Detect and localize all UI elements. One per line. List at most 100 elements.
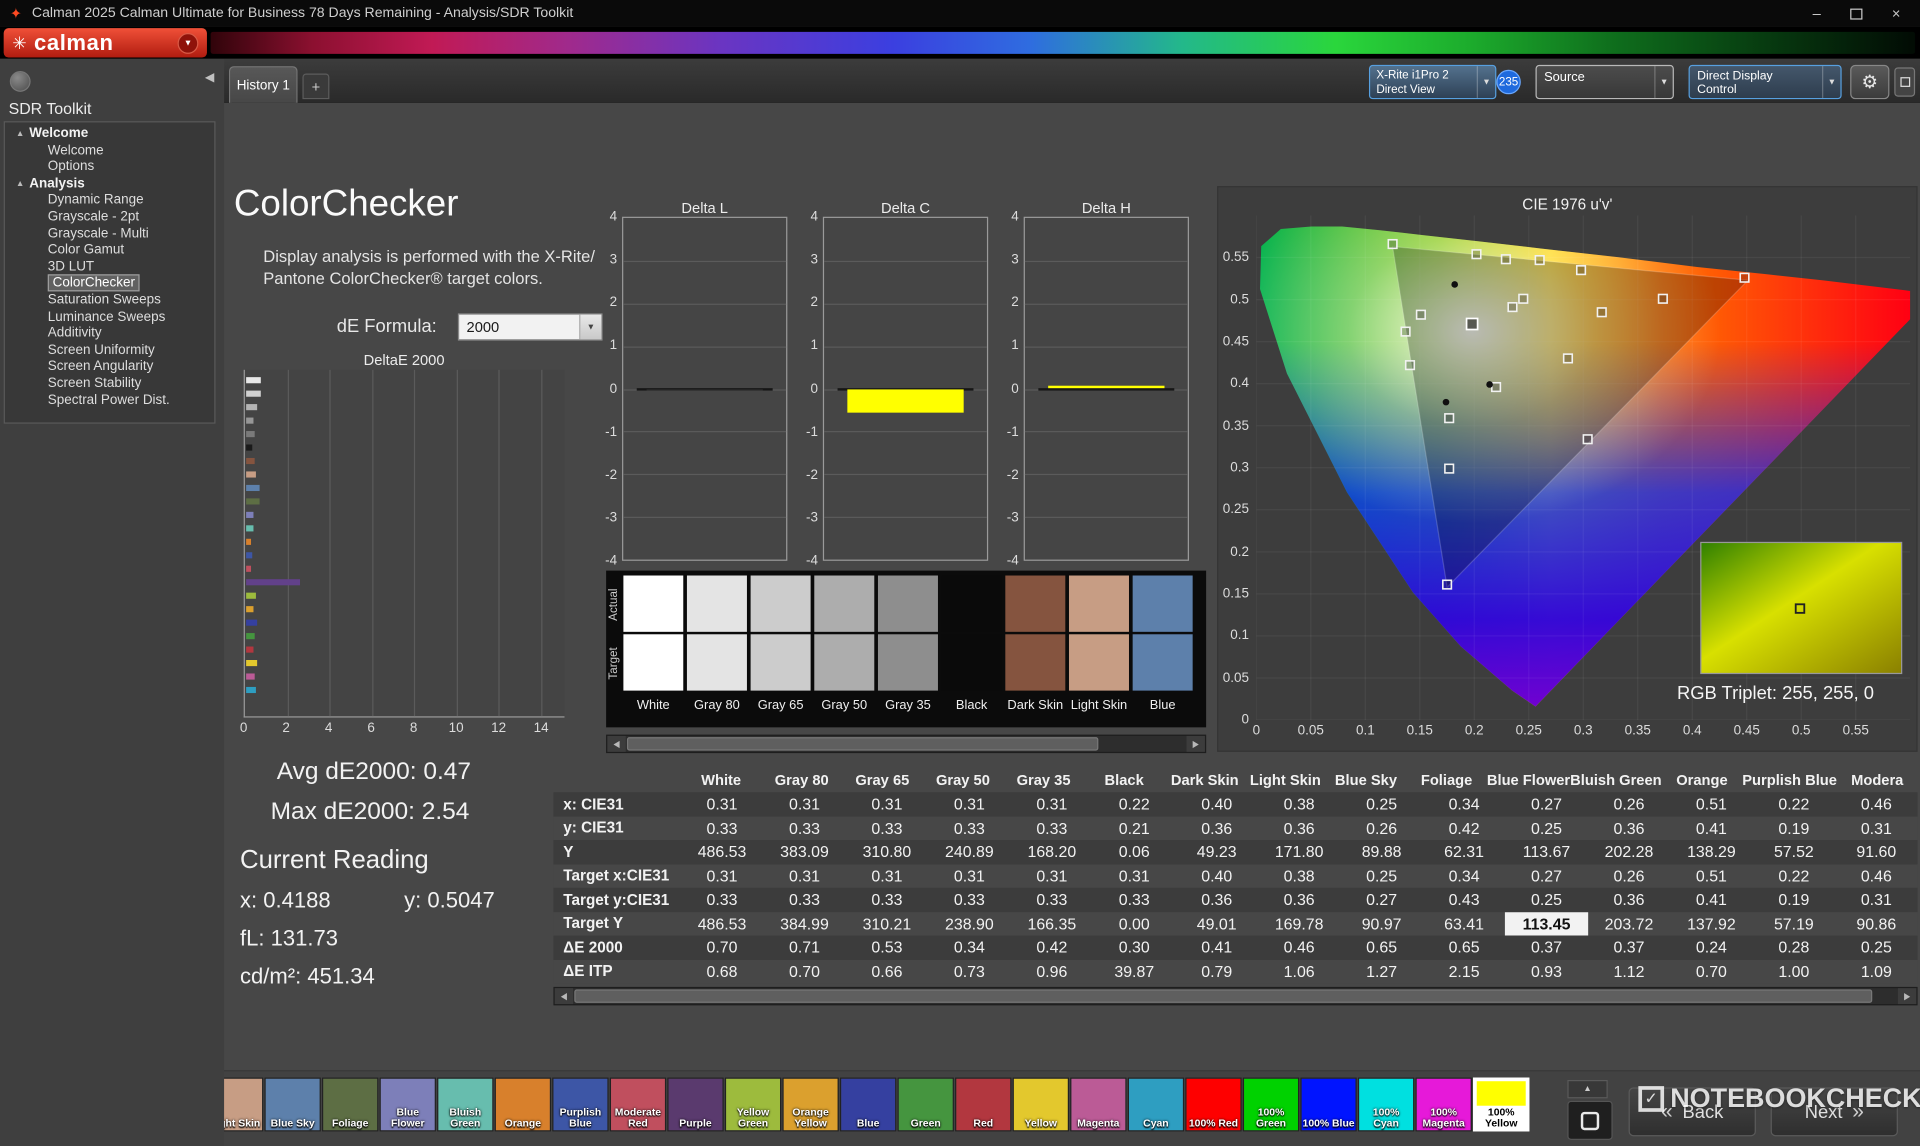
deltae-bar-gray-35 [246, 431, 255, 438]
patch-button-foliage[interactable]: Foliage [322, 1077, 379, 1132]
deltae-bar-gray-50 [246, 417, 254, 424]
patch-button-blue[interactable]: Blue [840, 1077, 897, 1132]
tab-history-1[interactable]: History 1 [228, 66, 298, 103]
scroll-right-button[interactable] [1186, 735, 1205, 752]
scroll-left-button[interactable] [554, 988, 574, 1005]
source-selector[interactable]: Source ▼ [1535, 64, 1674, 100]
scroll-right-button[interactable] [1897, 988, 1917, 1005]
table-column-bluish-green: Bluish Green [1570, 770, 1662, 788]
patch-button-orange[interactable]: Orange [494, 1077, 552, 1132]
patch-button-bluish-green[interactable]: Bluish Green [437, 1077, 494, 1132]
deltae-bar-dark-skin [246, 457, 255, 465]
sidebar-item-spectral-power-dist[interactable]: Spectral Power Dist. [5, 392, 214, 409]
sidebar-collapse-icon[interactable]: ◀ [205, 71, 214, 84]
sidebar-item-luminance-sweeps[interactable]: Luminance Sweeps [5, 309, 214, 326]
patch-button-blue-sky[interactable]: Blue Sky [264, 1077, 321, 1132]
deltae-bar-blue-sky [246, 484, 260, 492]
sidebar-item-dynamic-range[interactable]: Dynamic Range [5, 193, 214, 210]
sidebar-item-screen-uniformity[interactable]: Screen Uniformity [5, 343, 214, 360]
patch-toolbar: Light SkinBlue SkyFoliageBlue FlowerBlui… [224, 1077, 1553, 1137]
table-column-blue-sky: Blue Sky [1334, 770, 1398, 788]
logo-menu-button[interactable]: ▼ [177, 32, 199, 54]
deltae-bar-blue-flower [246, 511, 254, 518]
patch-button-100-blue[interactable]: 100% Blue [1300, 1077, 1357, 1132]
sidebar-item-saturation-sweeps[interactable]: Saturation Sweeps [5, 293, 214, 310]
sidebar-item-grayscale-2pt[interactable]: Grayscale - 2pt [5, 209, 214, 226]
deltae-bar-orange [246, 538, 252, 545]
sidebar-item-color-gamut[interactable]: Color Gamut [5, 243, 214, 260]
patch-button-100-green[interactable]: 100% Green [1242, 1077, 1300, 1132]
cie-chart-title: CIE 1976 u'v' [1522, 195, 1613, 214]
sidebar-item-screen-stability[interactable]: Screen Stability [5, 376, 214, 393]
patch-button-yellow[interactable]: Yellow [1012, 1077, 1069, 1132]
sidebar-item-screen-angularity[interactable]: Screen Angularity [5, 359, 214, 376]
swatch-gray-80: Gray 80 [686, 571, 747, 728]
patch-button-purple[interactable]: Purple [667, 1077, 724, 1132]
minimize-button[interactable]: – [1813, 6, 1821, 21]
patch-button-100-magenta[interactable]: 100% Magenta [1415, 1077, 1472, 1132]
close-button[interactable]: × [1892, 6, 1901, 21]
display-control-selector[interactable]: Direct Display Control ▼ [1688, 64, 1842, 100]
patch-button-100-red[interactable]: 100% Red [1185, 1077, 1242, 1132]
tree-expander-icon: ▲ [15, 129, 25, 139]
workflow-options-button[interactable] [9, 71, 31, 92]
sidebar-item-welcome[interactable]: Welcome [5, 143, 214, 160]
page-title: ColorChecker [233, 183, 459, 225]
reading-cdm2: cd/m²: 451.34 [240, 963, 375, 989]
chevron-down-icon: ▼ [1476, 66, 1495, 98]
scrollbar-thumb[interactable] [626, 737, 1099, 751]
sidebar-item-options[interactable]: Options [5, 159, 214, 176]
scroll-left-button[interactable] [607, 735, 626, 752]
patch-button-orange-yellow[interactable]: Orange Yellow [782, 1077, 839, 1132]
table-column-gray-80: Gray 80 [774, 770, 829, 788]
patch-button-yellow-green[interactable]: Yellow Green [724, 1077, 782, 1132]
patch-button-cyan[interactable]: Cyan [1127, 1077, 1185, 1132]
deltae-bar-cyan [246, 686, 256, 694]
patch-button-green[interactable]: Green [897, 1077, 954, 1132]
deltae-chart-plot [243, 369, 565, 718]
deltae-bar-white [246, 377, 261, 384]
patch-button-purplish-blue[interactable]: Purplish Blue [552, 1077, 609, 1132]
patch-button-100-cyan[interactable]: 100% Cyan [1357, 1077, 1415, 1132]
swatch-strip-scrollbar[interactable] [606, 734, 1207, 754]
patch-preview-strip: Actual Target White Gray 80 Gray 65 Gray 50… [606, 570, 1207, 728]
maximize-button[interactable] [1850, 7, 1863, 19]
reading-fl: fL: 131.73 [240, 925, 339, 951]
rainbow-gradient-banner [210, 31, 1916, 54]
chevron-up-icon: ▲ [1583, 1084, 1592, 1094]
add-tab-button[interactable]: + [302, 73, 330, 100]
patch-button-red[interactable]: Red [955, 1077, 1012, 1132]
expand-toolbar-button[interactable]: ▲ [1567, 1080, 1608, 1099]
meter-name: X-Rite i1Pro 2 [1376, 67, 1449, 82]
deltae-bar-yellow-green [246, 592, 257, 599]
table-column-gray-50: Gray 50 [935, 770, 990, 788]
sidebar-section-welcome[interactable]: ▲ Welcome [5, 126, 214, 143]
layout-button[interactable] [1894, 67, 1916, 97]
patch-button-moderate-red[interactable]: Moderate Red [609, 1077, 667, 1132]
meter-count-badge: 235 [1496, 69, 1521, 95]
patch-button-100-yellow[interactable]: 100% Yellow [1473, 1077, 1530, 1132]
calman-logo-text: calman [33, 30, 114, 55]
sidebar-item-colorchecker[interactable]: ColorChecker [5, 274, 214, 293]
swatch-gray-65: Gray 65 [750, 571, 811, 728]
patch-button-magenta[interactable]: Magenta [1070, 1077, 1127, 1132]
delta-c-plot [822, 216, 989, 561]
swatch-black: Black [941, 571, 1002, 728]
settings-button[interactable]: ⚙ [1850, 64, 1890, 100]
meter-selector[interactable]: X-Rite i1Pro 2 Direct View ▼ [1368, 64, 1497, 100]
patch-button-light-skin[interactable]: Light Skin [224, 1077, 264, 1132]
table-scrollbar[interactable] [553, 986, 1918, 1006]
reading-x: x: 0.4188 [240, 887, 331, 913]
sidebar-item-additivity[interactable]: Additivity [5, 326, 214, 343]
sidebar-item-grayscale-multi[interactable]: Grayscale - Multi [5, 226, 214, 243]
fullscreen-patch-button[interactable] [1567, 1100, 1613, 1141]
sidebar-section-analysis[interactable]: ▲ Analysis [5, 176, 214, 193]
scrollbar-thumb[interactable] [574, 989, 1873, 1003]
de-formula-dropdown[interactable]: 2000 ▼ [457, 313, 603, 341]
calman-logo[interactable]: ✳ calman ▼ [3, 28, 207, 58]
cie-yticks: 0 0.05 0.1 0.15 0.2 0.25 0.3 0.35 0.4 0.45 0.5 0.55 [1222, 250, 1249, 728]
patch-button-blue-flower[interactable]: Blue Flower [379, 1077, 436, 1132]
sidebar-item-3d-lut[interactable]: 3D LUT [5, 259, 214, 276]
cie-color-inset [1700, 541, 1903, 675]
table-row-target-y: Target Y 486.53 384.99 310.21 238.90 166.35 0.… [553, 911, 1918, 936]
